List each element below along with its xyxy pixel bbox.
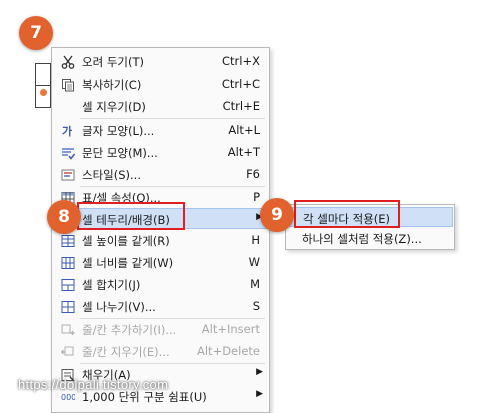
menu-item-paragraph-shape[interactable]: 문단 모양(M)... Alt+T <box>52 142 269 163</box>
menu-item-style[interactable]: 스타일(S)... F6 <box>52 164 269 185</box>
add-row-col-icon <box>60 322 76 337</box>
table-cell-divider <box>35 85 51 86</box>
menu-separator <box>80 118 265 119</box>
menu-item-label: 오려 두기(T) <box>82 55 144 69</box>
menu-item-label: 셀 높이를 같게(R) <box>82 234 170 248</box>
paragraph-shape-icon <box>60 145 76 160</box>
merge-cells-icon <box>60 277 76 292</box>
menu-item-label: 문단 모양(M)... <box>82 146 158 160</box>
menu-item-add-row-col[interactable]: 줄/칸 추가하기(I)... Alt+Insert <box>52 319 269 340</box>
menu-item-shortcut: S <box>252 299 260 313</box>
equal-width-icon <box>60 255 76 270</box>
menu-item-clear-cell[interactable]: 셀 지우기(D) Ctrl+E <box>52 96 269 117</box>
menu-item-shortcut: Alt+L <box>228 123 260 137</box>
submenu-arrow-icon: ▶ <box>256 389 263 399</box>
menu-item-label: 복사하기(C) <box>82 78 142 92</box>
menu-item-label: 셀 합치기(J) <box>82 278 141 292</box>
menu-item-shortcut: Alt+Delete <box>197 344 260 358</box>
cell-marker-dot <box>40 89 47 96</box>
equal-height-icon <box>60 233 76 248</box>
menu-item-shortcut: P <box>253 190 260 204</box>
submenu-item-label: 하나의 셀처럼 적용(Z)... <box>302 232 422 246</box>
menu-item-label: 셀 나누기(V)... <box>82 300 156 314</box>
context-menu: 오려 두기(T) Ctrl+X 복사하기(C) Ctrl+C 셀 지우기(D) … <box>51 47 270 413</box>
menu-item-copy[interactable]: 복사하기(C) Ctrl+C <box>52 74 269 95</box>
menu-item-label: 줄/칸 추가하기(I)... <box>82 323 177 337</box>
delete-row-col-icon <box>60 344 76 359</box>
submenu-arrow-icon: ▶ <box>256 367 263 377</box>
menu-item-shortcut: Alt+T <box>227 145 260 159</box>
annotation-box-cell-border <box>77 202 185 230</box>
menu-item-equal-width[interactable]: 셀 너비를 같게(W) W <box>52 252 269 273</box>
step-badge-8: 8 <box>47 200 81 234</box>
menu-item-shortcut: Alt+Insert <box>201 322 260 336</box>
step-badge-7: 7 <box>19 16 53 50</box>
menu-item-label: 줄/칸 지우기(E)... <box>82 345 170 359</box>
menu-item-label: 스타일(S)... <box>82 168 141 182</box>
submenu-item-apply-as-one-cell[interactable]: 하나의 셀처럼 적용(Z)... <box>287 228 453 248</box>
step-badge-9: 9 <box>260 198 294 232</box>
menu-item-shortcut: Ctrl+E <box>222 99 260 113</box>
menu-item-shortcut: F6 <box>246 167 260 181</box>
menu-item-label: 글자 모양(L)... <box>82 124 155 138</box>
scissors-icon <box>60 54 76 69</box>
svg-text:000: 000 <box>61 393 75 402</box>
menu-item-delete-row-col[interactable]: 줄/칸 지우기(E)... Alt+Delete <box>52 341 269 362</box>
annotation-box-apply-each-cell <box>294 200 400 228</box>
split-cells-icon <box>60 299 76 314</box>
menu-item-split-cells[interactable]: 셀 나누기(V)... S <box>52 296 269 317</box>
char-shape-icon: 가 <box>60 123 76 138</box>
menu-item-shortcut: Ctrl+C <box>221 77 260 91</box>
svg-text:가: 가 <box>62 124 72 138</box>
menu-item-equal-height[interactable]: 셀 높이를 같게(R) H <box>52 230 269 251</box>
menu-item-merge-cells[interactable]: 셀 합치기(J) M <box>52 274 269 295</box>
menu-item-shortcut: H <box>251 233 260 247</box>
copy-icon <box>60 77 76 92</box>
menu-item-char-shape[interactable]: 가 글자 모양(L)... Alt+L <box>52 120 269 141</box>
menu-item-label: 셀 너비를 같게(W) <box>82 256 174 270</box>
menu-item-cut[interactable]: 오려 두기(T) Ctrl+X <box>52 51 269 72</box>
watermark-url: https://dolpali.tistory.com <box>18 377 169 392</box>
menu-item-shortcut: W <box>248 255 260 269</box>
menu-item-shortcut: M <box>250 277 260 291</box>
menu-item-label: 셀 지우기(D) <box>82 100 146 114</box>
menu-item-shortcut: Ctrl+X <box>222 54 260 68</box>
style-icon <box>60 167 76 182</box>
